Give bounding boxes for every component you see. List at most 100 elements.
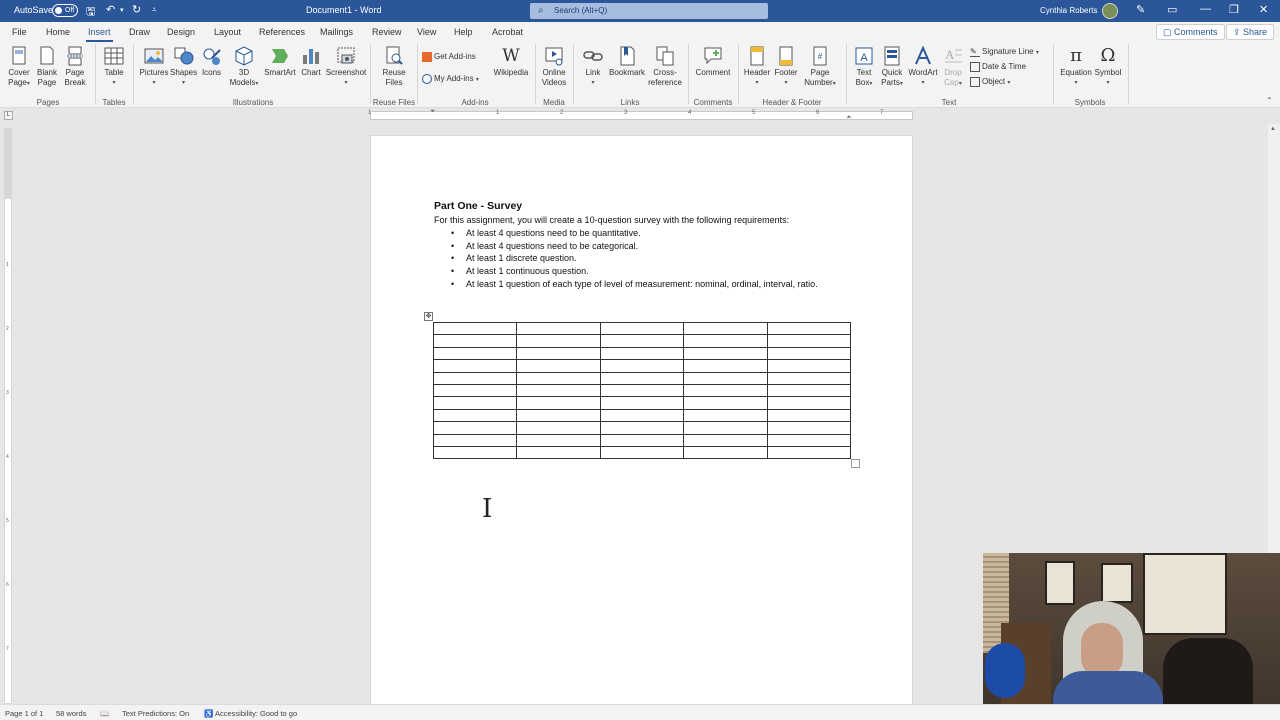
tab-acrobat[interactable]: Acrobat xyxy=(492,27,523,37)
tab-file[interactable]: File xyxy=(12,27,27,37)
object-button[interactable]: Object ▾ xyxy=(970,77,1010,87)
table-cell[interactable] xyxy=(683,359,768,373)
text-predictions[interactable]: Text Predictions: On xyxy=(122,709,189,718)
accessibility-status[interactable]: Accessibility: Good to go xyxy=(215,709,297,718)
undo-icon[interactable]: ↶ xyxy=(106,3,115,16)
table-cell[interactable] xyxy=(432,421,518,435)
designer-pen-icon[interactable]: ✎ xyxy=(1136,3,1145,16)
table-cell[interactable] xyxy=(766,321,852,336)
table-cell[interactable] xyxy=(432,383,518,398)
list-item[interactable]: At least 1 discrete question. xyxy=(451,252,846,265)
pictures-button[interactable]: Pictures ▾ xyxy=(139,46,169,88)
date-time-button[interactable]: Date & Time xyxy=(970,62,1026,72)
table-move-handle[interactable]: ✥ xyxy=(424,312,433,321)
table-cell[interactable] xyxy=(766,433,852,447)
proofing-icon[interactable]: 📖 xyxy=(100,709,109,718)
signature-line-button[interactable]: ✎ Signature Line ▾ xyxy=(970,47,1039,57)
list-item[interactable]: At least 4 questions need to be quantita… xyxy=(451,227,846,240)
drop-cap-button[interactable]: A Drop Cap▾ xyxy=(940,46,966,89)
collapse-ribbon-icon[interactable]: ⌃ xyxy=(1266,96,1273,105)
table-cell[interactable] xyxy=(432,359,518,373)
vertical-ruler[interactable]: 1 2 3 4 5 6 7 xyxy=(4,128,12,704)
table-cell[interactable] xyxy=(432,445,518,460)
cover-page-button[interactable]: Cover Page▾ xyxy=(5,46,33,89)
table-cell[interactable] xyxy=(766,346,852,361)
table-cell[interactable] xyxy=(516,445,601,460)
bookmark-button[interactable]: Bookmark xyxy=(607,46,647,78)
wordart-button[interactable]: WordArt ▾ xyxy=(907,46,939,88)
ruler-bar[interactable] xyxy=(370,111,913,120)
table-cell[interactable] xyxy=(599,334,685,348)
document-page[interactable]: Part One - Survey For this assignment, y… xyxy=(370,135,913,705)
autosave-toggle[interactable]: Off xyxy=(52,4,78,17)
table-resize-handle[interactable] xyxy=(851,459,860,468)
table-cell[interactable] xyxy=(599,396,685,410)
table-cell[interactable] xyxy=(766,383,852,398)
header-button[interactable]: Header ▾ xyxy=(743,46,771,88)
wikipedia-button[interactable]: W Wikipedia xyxy=(492,46,530,78)
table-cell[interactable] xyxy=(516,421,601,435)
table-cell[interactable] xyxy=(683,408,768,423)
tab-view[interactable]: View xyxy=(417,27,436,37)
table-cell[interactable] xyxy=(683,321,768,336)
get-addins-button[interactable]: Get Add-ins xyxy=(422,52,476,62)
comments-button[interactable]: ▢ Comments xyxy=(1156,24,1225,40)
3d-models-button[interactable]: 3D Models▾ xyxy=(226,46,262,89)
tab-design[interactable]: Design xyxy=(167,27,195,37)
search-box[interactable]: ⌕ Search (Alt+Q) xyxy=(530,3,768,19)
table-cell[interactable] xyxy=(432,396,518,410)
table-cell[interactable] xyxy=(599,359,685,373)
table-cell[interactable] xyxy=(766,359,852,373)
tab-insert[interactable]: Insert xyxy=(86,27,112,42)
table-cell[interactable] xyxy=(432,371,518,385)
table-cell[interactable] xyxy=(766,408,852,423)
undo-dropdown-icon[interactable]: ▾ xyxy=(120,6,124,14)
icons-button[interactable]: Icons xyxy=(199,46,224,78)
redo-icon[interactable]: ↻ xyxy=(132,3,141,16)
equation-button[interactable]: π Equation ▾ xyxy=(1058,46,1094,88)
table-cell[interactable] xyxy=(683,371,768,385)
table-cell[interactable] xyxy=(683,433,768,447)
table-cell[interactable] xyxy=(516,346,601,361)
table-cell[interactable] xyxy=(683,346,768,361)
user-name[interactable]: Cynthia Roberts xyxy=(1040,6,1097,15)
shapes-button[interactable]: Shapes ▾ xyxy=(170,46,197,88)
table-cell[interactable] xyxy=(599,408,685,423)
table-cell[interactable] xyxy=(683,334,768,348)
comment-button[interactable]: Comment xyxy=(693,46,733,78)
table-cell[interactable] xyxy=(516,334,601,348)
table-cell[interactable] xyxy=(432,321,518,336)
cross-reference-button[interactable]: Cross- reference xyxy=(647,46,683,88)
customize-qat-icon[interactable]: ⩡ xyxy=(152,5,157,15)
footer-button[interactable]: Footer ▾ xyxy=(772,46,800,88)
table-cell[interactable] xyxy=(683,421,768,435)
table-cell[interactable] xyxy=(432,346,518,361)
list-item[interactable]: At least 4 questions need to be categori… xyxy=(451,240,846,253)
link-button[interactable]: Link ▾ xyxy=(580,46,606,88)
table-cell[interactable] xyxy=(599,383,685,398)
table-cell[interactable] xyxy=(766,445,852,460)
table-cell[interactable] xyxy=(516,371,601,385)
blank-page-button[interactable]: Blank Page xyxy=(34,46,60,88)
table-cell[interactable] xyxy=(516,321,601,336)
page-count[interactable]: Page 1 of 1 xyxy=(5,709,43,718)
tab-home[interactable]: Home xyxy=(46,27,70,37)
horizontal-ruler[interactable]: L 1 1 2 3 4 5 6 7 ⏷ ⏶ xyxy=(0,108,1280,124)
page-break-button[interactable]: Page Break xyxy=(62,46,88,88)
table-cell[interactable] xyxy=(432,334,518,348)
indent-marker[interactable]: ⏷ xyxy=(430,108,436,116)
table-cell[interactable] xyxy=(516,396,601,410)
tab-references[interactable]: References xyxy=(259,27,305,37)
online-videos-button[interactable]: Online Videos xyxy=(539,46,569,88)
table-cell[interactable] xyxy=(599,433,685,447)
tab-help[interactable]: Help xyxy=(454,27,473,37)
list-item[interactable]: At least 1 question of each type of leve… xyxy=(451,278,846,291)
close-icon[interactable]: ✕ xyxy=(1259,3,1268,16)
symbol-button[interactable]: Ω Symbol ▾ xyxy=(1093,46,1123,88)
smartart-button[interactable]: SmartArt xyxy=(262,46,298,78)
table-cell[interactable] xyxy=(599,445,685,460)
list-item[interactable]: At least 1 continuous question. xyxy=(451,265,846,278)
my-addins-button[interactable]: My Add-ins ▾ xyxy=(422,74,479,84)
reuse-files-button[interactable]: Reuse Files xyxy=(378,46,410,88)
table-cell[interactable] xyxy=(599,421,685,435)
